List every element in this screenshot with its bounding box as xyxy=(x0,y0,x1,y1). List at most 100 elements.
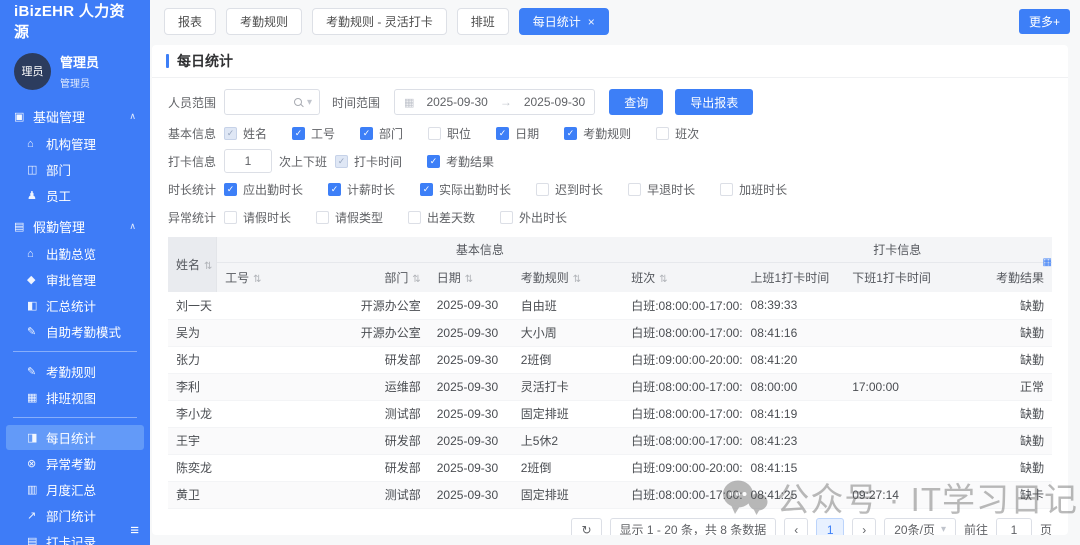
tab[interactable]: 每日统计× xyxy=(519,8,609,35)
search-button[interactable]: 查询 xyxy=(609,89,663,115)
checkbox[interactable] xyxy=(656,127,669,140)
column-option[interactable]: ✓计薪时长 xyxy=(328,181,395,198)
sort-icon[interactable]: ⇅ xyxy=(465,274,473,285)
column-option[interactable]: 早退时长 xyxy=(628,181,695,198)
collapse-sidebar-icon[interactable]: ≡ xyxy=(130,522,139,539)
column-option[interactable]: ✓打卡时间 xyxy=(335,153,402,170)
export-report-button[interactable]: 导出报表 xyxy=(675,89,753,115)
sidebar-item[interactable]: ▥月度汇总 xyxy=(6,477,144,502)
checkbox[interactable] xyxy=(408,211,421,224)
column-option[interactable]: ✓ 考勤规则 xyxy=(564,125,631,142)
person-scope-select[interactable]: ▾ xyxy=(224,89,320,115)
sort-icon[interactable]: ⇅ xyxy=(204,261,212,272)
checkbox[interactable] xyxy=(316,211,329,224)
goto-page-input[interactable] xyxy=(996,518,1032,536)
close-icon[interactable]: × xyxy=(588,15,595,29)
column-option[interactable]: ✓工号 xyxy=(292,125,335,142)
column-header[interactable]: 上班1打卡时间 xyxy=(743,262,845,292)
sort-icon[interactable]: ⇅ xyxy=(573,274,581,285)
column-option[interactable]: 班次 xyxy=(656,125,699,142)
checkbox[interactable]: ✓ xyxy=(564,127,577,140)
column-option[interactable]: ✓部门 xyxy=(360,125,403,142)
column-header[interactable]: 下班1打卡时间 xyxy=(844,262,950,292)
sidebar-item[interactable]: ◨每日统计 xyxy=(6,425,144,450)
column-option[interactable]: ✓姓名 xyxy=(224,125,267,142)
column-option[interactable]: 加班时长 xyxy=(720,181,787,198)
sidebar-item[interactable]: ✎考勤规则 xyxy=(6,359,144,384)
user-profile[interactable]: 理员 管理员 管理员 xyxy=(0,42,150,98)
checkbox[interactable] xyxy=(628,183,641,196)
column-header[interactable]: 工号⇅ xyxy=(217,262,350,292)
column-option[interactable]: 请假时长 xyxy=(224,209,291,226)
date-from-value[interactable]: 2025-09-30 xyxy=(426,95,487,109)
sidebar-item[interactable]: ◧汇总统计 xyxy=(6,293,144,318)
column-option[interactable]: 职位 xyxy=(428,125,471,142)
page-size-select[interactable]: 20条/页 ▾ xyxy=(884,518,956,536)
checkbox[interactable] xyxy=(428,127,441,140)
sidebar-item[interactable]: ▤打卡记录 xyxy=(6,529,144,545)
sidebar-item[interactable]: ⊗异常考勤 xyxy=(6,451,144,476)
tab[interactable]: 考勤规则 xyxy=(226,8,302,35)
sidebar-section-header[interactable]: ▣基础管理∧ xyxy=(0,103,150,130)
column-settings-icon[interactable]: ▦ xyxy=(1043,257,1052,268)
checkbox[interactable]: ✓ xyxy=(328,183,341,196)
table-row[interactable]: 黄卫测试部2025-09-30固定排班白班:08:00:00-17:00:000… xyxy=(168,481,1052,508)
prev-page-button[interactable]: ‹ xyxy=(784,518,808,536)
tab[interactable]: 报表 xyxy=(164,8,216,35)
column-option[interactable]: ✓应出勤时长 xyxy=(224,181,303,198)
column-header[interactable]: 部门⇅ xyxy=(349,262,429,292)
sidebar-item[interactable]: ✎自助考勤模式 xyxy=(6,319,144,344)
sidebar-item[interactable]: ◆审批管理 xyxy=(6,267,144,292)
checkbox[interactable]: ✓ xyxy=(224,183,237,196)
chevron-up-icon: ∧ xyxy=(129,221,136,232)
tab[interactable]: 考勤规则 - 灵活打卡 xyxy=(312,8,447,35)
more-button[interactable]: 更多+ xyxy=(1019,9,1070,34)
punch-count-input[interactable] xyxy=(224,149,272,173)
checkbox[interactable]: ✓ xyxy=(496,127,509,140)
sidebar-item[interactable]: ⌂出勤总览 xyxy=(6,241,144,266)
column-option[interactable]: ✓实际出勤时长 xyxy=(420,181,511,198)
sidebar-section-header[interactable]: ▤假勤管理∧ xyxy=(0,213,150,240)
column-header-name[interactable]: 姓名⇅ xyxy=(168,237,217,292)
checkbox[interactable]: ✓ xyxy=(360,127,373,140)
sort-icon[interactable]: ⇅ xyxy=(412,274,420,285)
checkbox[interactable]: ✓ xyxy=(292,127,305,140)
column-option[interactable]: 请假类型 xyxy=(316,209,383,226)
checkbox[interactable] xyxy=(536,183,549,196)
column-header[interactable]: 考勤结果 xyxy=(950,262,1052,292)
checkbox[interactable] xyxy=(500,211,513,224)
checkbox-label: 考勤规则 xyxy=(583,125,631,142)
current-page-button[interactable]: 1 xyxy=(816,518,844,536)
checkbox[interactable] xyxy=(720,183,733,196)
sidebar-item[interactable]: ◫部门 xyxy=(6,157,144,182)
checkbox[interactable]: ✓ xyxy=(420,183,433,196)
table-row[interactable]: 李利运维部2025-09-30灵活打卡白班:08:00:00-17:00:000… xyxy=(168,373,1052,400)
refresh-button[interactable]: ↻ xyxy=(571,518,601,536)
sidebar-item[interactable]: ▦排班视图 xyxy=(6,385,144,410)
sidebar-item[interactable]: ⌂机构管理 xyxy=(6,131,144,156)
table-row[interactable]: 张力研发部2025-09-302班倒白班:09:00:00-20:00:0008… xyxy=(168,346,1052,373)
tab[interactable]: 排班 xyxy=(457,8,509,35)
sort-icon[interactable]: ⇅ xyxy=(659,274,667,285)
column-option[interactable]: 出差天数 xyxy=(408,209,475,226)
date-to-value[interactable]: 2025-09-30 xyxy=(524,95,585,109)
sidebar-item[interactable]: ↗部门统计 xyxy=(6,503,144,528)
table-row[interactable]: 陈奕龙研发部2025-09-302班倒白班:09:00:00-20:00:000… xyxy=(168,454,1052,481)
checkbox[interactable]: ✓ xyxy=(427,155,440,168)
checkbox[interactable] xyxy=(224,211,237,224)
table-row[interactable]: 王宇研发部2025-09-30上5休2白班:08:00:00-17:00:000… xyxy=(168,427,1052,454)
table-row[interactable]: 李小龙测试部2025-09-30固定排班白班:08:00:00-17:00:00… xyxy=(168,400,1052,427)
next-page-button[interactable]: › xyxy=(852,518,876,536)
table-row[interactable]: 吴为开源办公室2025-09-30大小周白班:08:00:00-17:00:00… xyxy=(168,319,1052,346)
column-option[interactable]: 外出时长 xyxy=(500,209,567,226)
sidebar-item[interactable]: ♟员工 xyxy=(6,183,144,208)
column-header[interactable]: 日期⇅ xyxy=(429,262,513,292)
column-header[interactable]: 班次⇅ xyxy=(623,262,742,292)
table-row[interactable]: 刘一天开源办公室2025-09-30自由班白班:08:00:00-17:00:0… xyxy=(168,292,1052,319)
column-option[interactable]: ✓日期 xyxy=(496,125,539,142)
column-header[interactable]: 考勤规则⇅ xyxy=(513,262,624,292)
column-option[interactable]: 迟到时长 xyxy=(536,181,603,198)
sort-icon[interactable]: ⇅ xyxy=(253,274,261,285)
column-option[interactable]: ✓考勤结果 xyxy=(427,153,494,170)
date-range-input[interactable]: ▦ 2025-09-30 → 2025-09-30 xyxy=(394,89,595,115)
